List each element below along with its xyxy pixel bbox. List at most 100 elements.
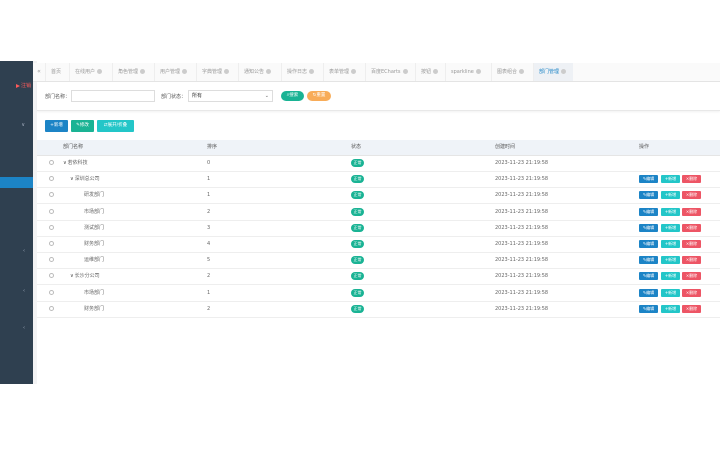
row-radio[interactable] — [49, 241, 54, 246]
dept-status-select[interactable]: 所有 ⌄ — [188, 90, 273, 102]
row-edit-button[interactable]: ✎编辑 — [639, 256, 658, 265]
row-edit-button[interactable]: ✎编辑 — [639, 175, 658, 184]
row-radio[interactable] — [49, 192, 54, 198]
table-row[interactable]: 市场部门 2 正常 2023-11-23 21:19:58 ✎编辑 +新增 ×删除 — [37, 204, 720, 221]
row-edit-button[interactable]: ✎编辑 — [639, 304, 658, 313]
row-add-button[interactable]: +新增 — [661, 240, 680, 248]
tab-item[interactable]: 表单管理 — [323, 63, 365, 81]
dept-name-cell: 研发部门 — [84, 187, 104, 203]
search-button[interactable]: ⌕搜索 — [281, 91, 304, 101]
table-row[interactable]: 财务部门 4 正常 2023-11-23 21:19:58 ✎编辑 +新增 ×删除 — [37, 236, 720, 253]
tree-toggle-icon[interactable]: ∨ — [70, 171, 74, 187]
table-row[interactable]: ∨长沙分公司 2 正常 2023-11-23 21:19:58 ✎编辑 +新增 ×删除 — [37, 268, 720, 286]
chevron-left-icon[interactable]: ‹ — [23, 248, 25, 254]
add-button[interactable]: +新增 — [45, 120, 68, 132]
row-radio[interactable] — [49, 224, 54, 230]
row-delete-button[interactable]: ×删除 — [682, 191, 701, 200]
row-radio[interactable] — [49, 289, 54, 295]
dept-name-input[interactable] — [71, 90, 155, 102]
row-add-button[interactable]: +新增 — [661, 304, 680, 313]
tab-close-icon[interactable] — [475, 69, 481, 74]
row-action-label: 编辑 — [646, 208, 655, 214]
row-radio[interactable] — [49, 273, 54, 279]
row-radio[interactable] — [49, 257, 54, 263]
row-edit-button[interactable]: ✎编辑 — [639, 223, 658, 232]
tab-item[interactable]: 用户管理 — [154, 63, 196, 81]
tab-close-icon[interactable] — [266, 69, 272, 74]
tab-label: 按钮 — [421, 69, 432, 75]
chevron-left-icon[interactable]: ‹ — [23, 325, 25, 331]
reset-button[interactable]: ↻重置 — [307, 91, 331, 101]
row-add-button[interactable]: +新增 — [661, 175, 680, 184]
row-delete-button[interactable]: ×删除 — [682, 256, 701, 265]
tab-close-icon[interactable] — [224, 69, 230, 74]
tab-item[interactable]: 按钮 — [415, 63, 445, 81]
row-add-button[interactable]: +新增 — [661, 272, 680, 281]
table-row[interactable]: 运维部门 5 正常 2023-11-23 21:19:58 ✎编辑 +新增 ×删除 — [37, 252, 720, 270]
tab-item[interactable]: 通知公告 — [238, 63, 281, 81]
row-delete-button[interactable]: ×删除 — [682, 240, 701, 248]
row-add-button[interactable]: +新增 — [661, 191, 680, 200]
row-edit-button[interactable]: ✎编辑 — [639, 240, 658, 248]
table-row[interactable]: 财务部门 2 正常 2023-11-23 21:19:58 ✎编辑 +新增 ×删除 — [37, 301, 720, 318]
row-delete-button[interactable]: ×删除 — [682, 223, 701, 232]
tab-close-icon[interactable] — [97, 69, 103, 74]
tab-label: 角色管理 — [118, 69, 139, 75]
tab-close-icon[interactable] — [561, 69, 567, 74]
logout-link[interactable]: 注销 — [0, 81, 33, 91]
table-row[interactable]: ∨若依科技 0 正常 2023-11-23 21:19:58 — [37, 155, 720, 172]
column-header-created[interactable]: 创建时间 — [495, 140, 515, 155]
tab-item[interactable]: sparkline — [445, 63, 491, 81]
row-delete-button[interactable]: ×删除 — [682, 304, 701, 313]
edit-button[interactable]: ✎修改 — [71, 120, 94, 132]
tab-item[interactable]: 首页 — [45, 63, 69, 81]
expand-collapse-button[interactable]: ⇄展开/折叠 — [97, 120, 134, 132]
row-add-button[interactable]: +新增 — [661, 288, 680, 297]
tab-close-icon[interactable] — [140, 69, 146, 74]
tab-item[interactable]: 在线用户 — [69, 63, 112, 81]
row-delete-button[interactable]: ×删除 — [682, 272, 701, 281]
column-header-status[interactable]: 状态 — [351, 140, 361, 155]
row-delete-button[interactable]: ×删除 — [682, 207, 701, 216]
row-edit-button[interactable]: ✎编辑 — [639, 288, 658, 297]
row-add-button[interactable]: +新增 — [661, 223, 680, 232]
row-radio[interactable] — [49, 176, 54, 182]
row-action-label: 删除 — [689, 273, 698, 279]
tab-close-icon[interactable] — [402, 69, 408, 74]
table-row[interactable]: 研发部门 1 正常 2023-11-23 21:19:58 ✎编辑 +新增 ×删除 — [37, 187, 720, 205]
created-time-cell: 2023-11-23 21:19:58 — [495, 305, 549, 312]
table-row[interactable]: ∨深圳总公司 1 正常 2023-11-23 21:19:58 ✎编辑 +新增 ×删除 — [37, 171, 720, 189]
tab-close-icon[interactable] — [309, 69, 315, 74]
tab-close-icon[interactable] — [351, 69, 357, 74]
column-header-name[interactable]: 部门名称 — [63, 140, 83, 155]
sidebar-item-active[interactable] — [0, 177, 33, 188]
tab-close-icon[interactable] — [433, 69, 439, 74]
tree-toggle-icon[interactable]: ∨ — [63, 155, 67, 171]
table-row[interactable]: 测试部门 3 正常 2023-11-23 21:19:58 ✎编辑 +新增 ×删除 — [37, 220, 720, 237]
row-action-label: 新增 — [668, 176, 677, 182]
tab-item[interactable]: 百度ECharts — [365, 63, 415, 81]
table-row[interactable]: 市场部门 1 正常 2023-11-23 21:19:58 ✎编辑 +新增 ×删除 — [37, 285, 720, 302]
tab-scroll-left-icon[interactable]: « — [35, 63, 43, 81]
row-add-button[interactable]: +新增 — [661, 207, 680, 216]
row-edit-button[interactable]: ✎编辑 — [639, 272, 658, 281]
row-delete-button[interactable]: ×删除 — [682, 175, 701, 184]
tree-toggle-icon[interactable]: ∨ — [70, 268, 74, 284]
row-radio[interactable] — [49, 208, 54, 214]
tab-item[interactable]: 部门管理 — [533, 63, 573, 81]
tab-close-icon[interactable] — [182, 69, 188, 74]
tab-item[interactable]: 图表组合 — [491, 63, 533, 81]
tab-item[interactable]: 字典管理 — [196, 63, 238, 81]
row-add-button[interactable]: +新增 — [661, 256, 680, 265]
tab-close-icon[interactable] — [519, 69, 525, 74]
tab-item[interactable]: 角色管理 — [112, 63, 154, 81]
row-radio[interactable] — [49, 305, 54, 311]
row-radio[interactable] — [49, 160, 54, 165]
chevron-down-icon[interactable]: ∨ — [21, 122, 25, 128]
tab-item[interactable]: 操作日志 — [281, 63, 323, 81]
row-edit-button[interactable]: ✎编辑 — [639, 207, 658, 216]
column-header-order[interactable]: 排序 — [207, 140, 217, 155]
chevron-left-icon[interactable]: ‹ — [23, 288, 25, 294]
row-edit-button[interactable]: ✎编辑 — [639, 191, 658, 200]
row-delete-button[interactable]: ×删除 — [682, 288, 701, 297]
